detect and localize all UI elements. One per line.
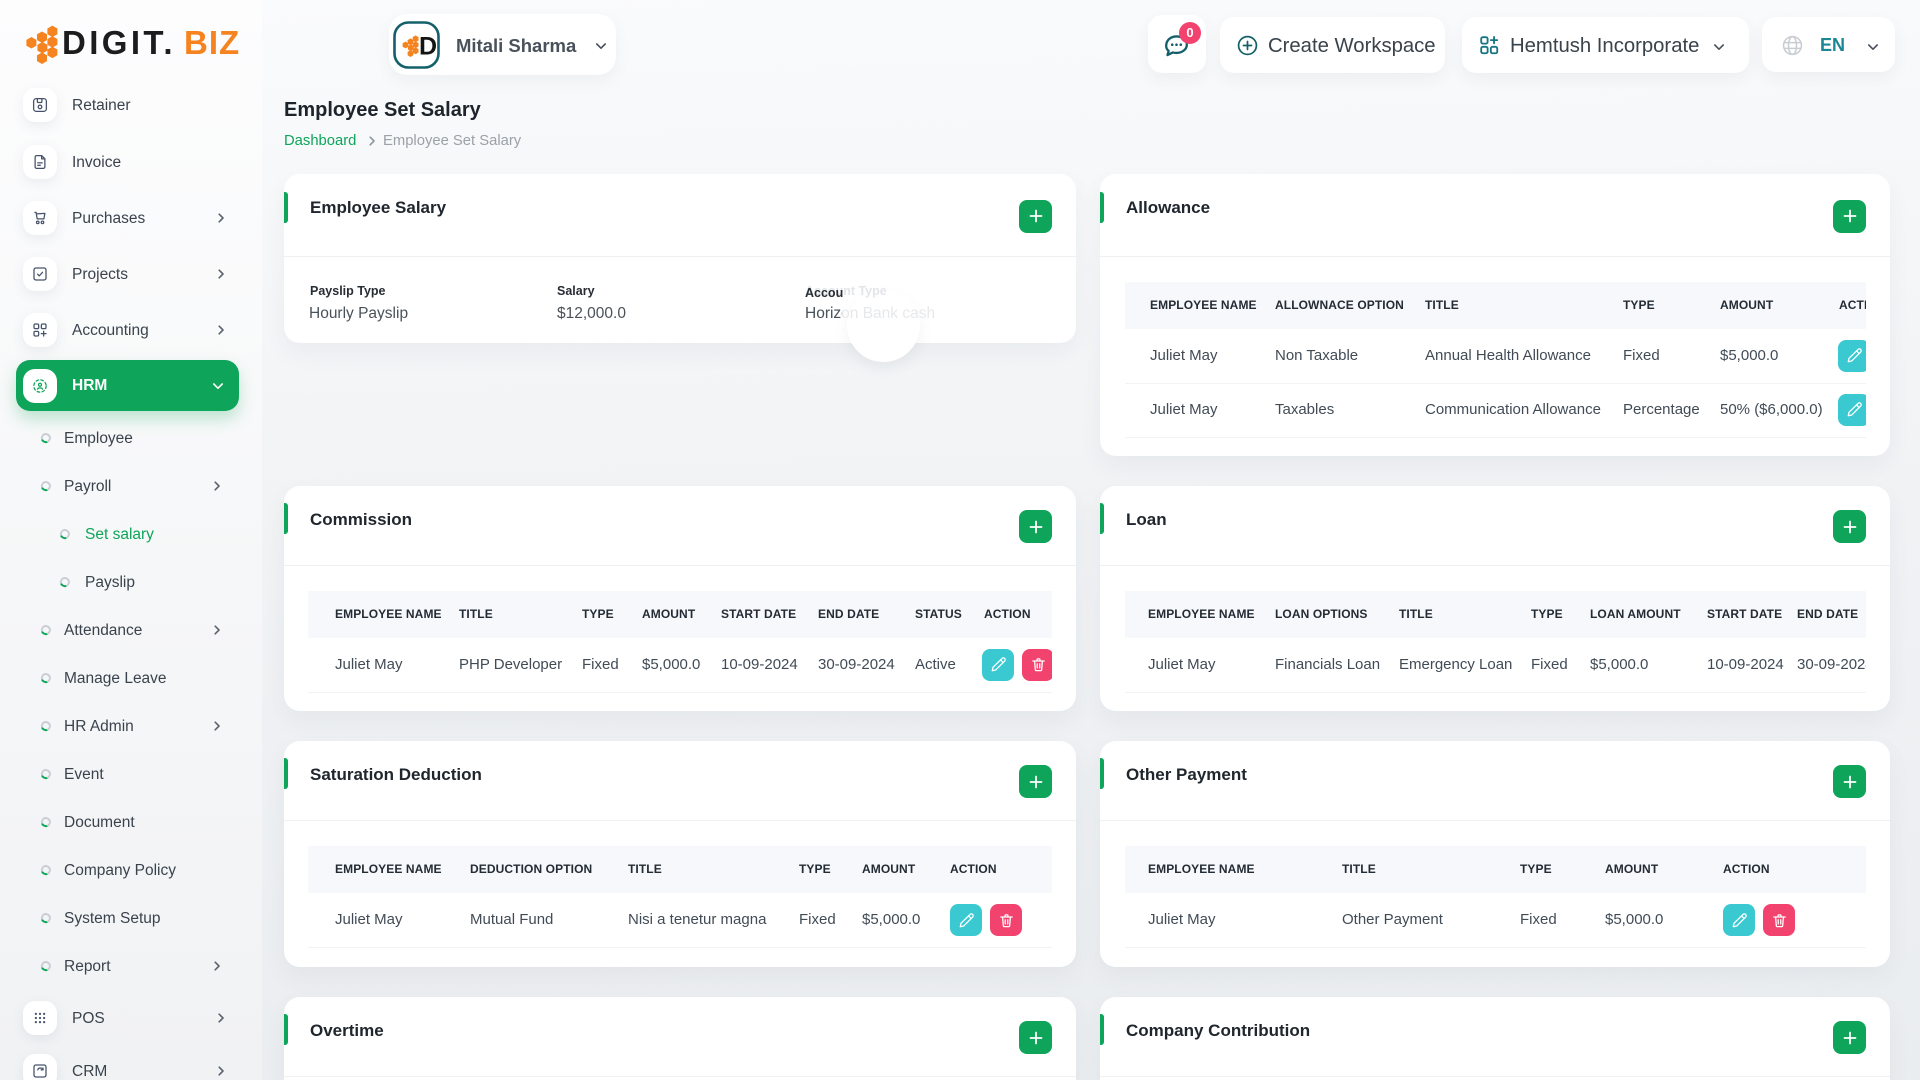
svg-text:D: D xyxy=(419,33,437,61)
svg-text:BIZ: BIZ xyxy=(184,24,240,61)
svg-text:DIGIT.: DIGIT. xyxy=(62,24,176,61)
